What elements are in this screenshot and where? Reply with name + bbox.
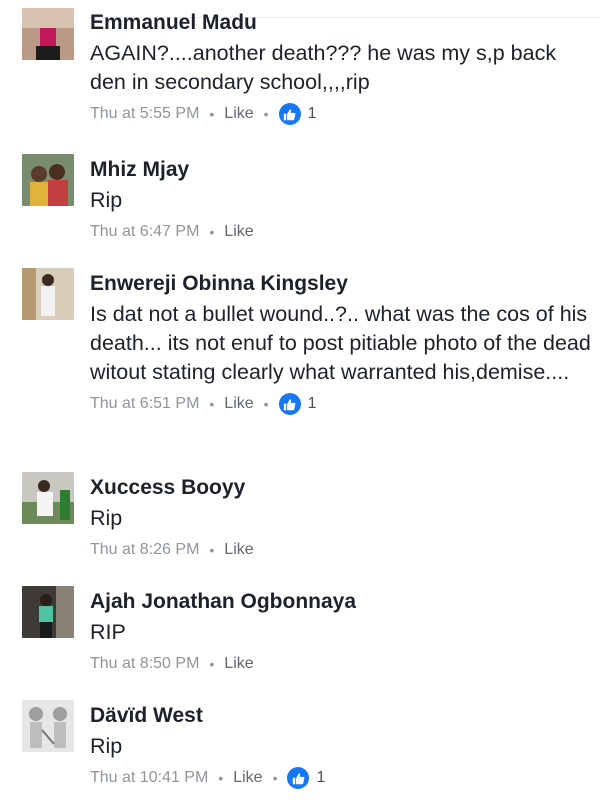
separator-dot: •: [209, 542, 215, 558]
comment-text: Rip: [90, 506, 123, 530]
commenter-name[interactable]: Emmanuel Madu: [90, 10, 592, 36]
avatar[interactable]: [22, 586, 74, 638]
separator-dot: •: [209, 396, 215, 412]
separator-dot: •: [209, 656, 215, 672]
comment-meta: Thu at 5:55 PM • Like • 1: [90, 103, 592, 125]
timestamp[interactable]: Thu at 10:41 PM: [90, 767, 208, 789]
avatar[interactable]: [22, 154, 74, 206]
separator-dot: •: [209, 224, 215, 240]
reaction-count[interactable]: 1: [316, 767, 325, 789]
like-button[interactable]: Like: [224, 539, 253, 561]
comment-meta: Thu at 6:51 PM • Like • 1: [90, 393, 592, 415]
commenter-name[interactable]: Ajah Jonathan Ogbonnaya: [90, 589, 592, 615]
separator-dot: •: [209, 106, 215, 122]
reaction-count[interactable]: 1: [308, 393, 317, 415]
avatar[interactable]: [22, 8, 74, 60]
thumbs-up-icon[interactable]: [278, 393, 301, 415]
comment-meta: Thu at 8:26 PM • Like: [90, 539, 592, 561]
comment-meta: Thu at 8:50 PM • Like: [90, 653, 592, 675]
commenter-name[interactable]: Mhiz Mjay: [90, 157, 592, 183]
comment-text: AGAIN?....another death??? he was my s,p…: [90, 41, 557, 94]
comment-text: Rip: [90, 188, 123, 212]
timestamp[interactable]: Thu at 6:51 PM: [90, 393, 199, 415]
separator-dot: •: [263, 396, 269, 412]
timestamp[interactable]: Thu at 6:47 PM: [90, 221, 199, 243]
timestamp[interactable]: Thu at 5:55 PM: [90, 103, 199, 125]
separator-dot: •: [272, 770, 278, 786]
avatar[interactable]: [22, 472, 74, 524]
avatar[interactable]: [22, 268, 74, 320]
separator-dot: •: [263, 106, 269, 122]
comment-text: RIP: [90, 620, 126, 644]
comment-meta: Thu at 10:41 PM • Like • 1: [90, 767, 592, 789]
comment-text: Rip: [90, 734, 123, 758]
reaction-count[interactable]: 1: [308, 103, 317, 125]
like-button[interactable]: Like: [233, 767, 262, 789]
like-button[interactable]: Like: [224, 103, 253, 125]
like-button[interactable]: Like: [224, 653, 253, 675]
comment-text: Is dat not a bullet wound..?.. what was …: [90, 302, 591, 384]
thumbs-up-icon[interactable]: [278, 103, 301, 125]
separator-dot: •: [218, 770, 224, 786]
comment-meta: Thu at 6:47 PM • Like: [90, 221, 592, 243]
like-button[interactable]: Like: [224, 221, 253, 243]
commenter-name[interactable]: Xuccess Booyy: [90, 475, 592, 501]
like-button[interactable]: Like: [224, 393, 253, 415]
thumbs-up-icon[interactable]: [287, 767, 310, 789]
commenter-name[interactable]: Enwereji Obinna Kingsley: [90, 271, 592, 297]
timestamp[interactable]: Thu at 8:50 PM: [90, 653, 199, 675]
commenter-name[interactable]: Dävïd West: [90, 703, 592, 729]
avatar[interactable]: [22, 700, 74, 752]
timestamp[interactable]: Thu at 8:26 PM: [90, 539, 199, 561]
